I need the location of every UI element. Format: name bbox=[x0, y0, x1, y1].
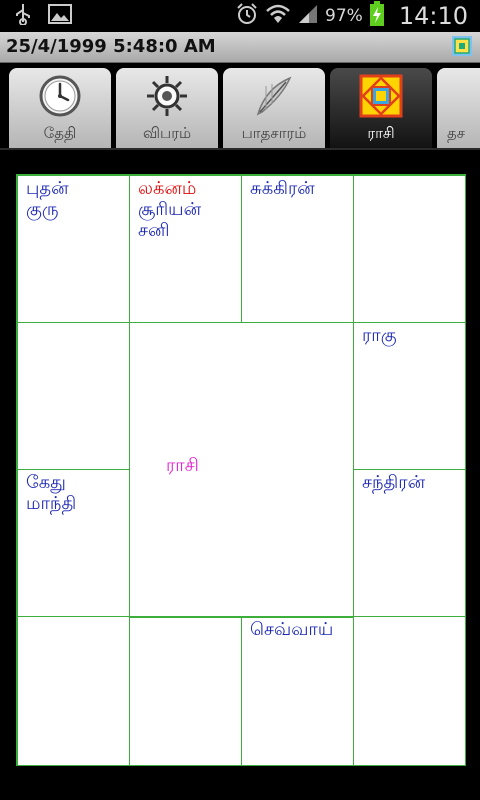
tab-details-label: விபரம் bbox=[142, 124, 192, 142]
sun-icon bbox=[145, 74, 189, 118]
house-cell: சுக்கிரன் bbox=[241, 175, 354, 323]
title-bar: 25/4/1999 5:48:0 AM bbox=[0, 32, 480, 63]
planet-label: குரு bbox=[26, 199, 59, 220]
house-cell bbox=[353, 616, 466, 766]
house-cell: சந்திரன் bbox=[353, 469, 466, 617]
planet-label: ராகு bbox=[362, 325, 397, 346]
house-cell: ராகு bbox=[353, 322, 466, 470]
tab-details[interactable]: விபரம் bbox=[116, 68, 218, 150]
tab-bar: தேதி விபரம் பாதசாரம் ராசி தச bbox=[0, 64, 480, 150]
tab-dasa[interactable]: தச bbox=[437, 68, 480, 150]
status-bar: 97% 14:10 bbox=[0, 0, 480, 32]
house-cell bbox=[17, 322, 130, 470]
quill-icon bbox=[252, 74, 296, 118]
house-cell bbox=[129, 616, 242, 766]
date-time-title: 25/4/1999 5:48:0 AM bbox=[6, 36, 216, 57]
wifi-icon bbox=[265, 3, 291, 30]
signal-icon bbox=[297, 3, 319, 30]
tab-padasaram-label: பாதசாரம் bbox=[241, 124, 307, 142]
planet-label: புதன் bbox=[26, 178, 69, 199]
app-icon[interactable] bbox=[452, 36, 472, 56]
clock-icon bbox=[38, 74, 82, 118]
planet-label: சூரியன் bbox=[138, 199, 202, 220]
planet-label: சனி bbox=[138, 220, 170, 241]
chart-center-label: ராசி bbox=[166, 455, 199, 476]
tab-dasa-label: தச bbox=[447, 124, 466, 142]
usb-icon bbox=[14, 3, 32, 29]
tab-underline bbox=[0, 148, 480, 150]
rasi-chart: புதன் குரு லக்னம் சூரியன் சனி சுக்கிரன் ராக… bbox=[16, 174, 466, 766]
house-cell: லக்னம் சூரியன் சனி bbox=[129, 175, 242, 323]
battery-charging-icon bbox=[369, 0, 385, 32]
image-icon bbox=[48, 4, 72, 28]
planet-label: சுக்கிரன் bbox=[250, 178, 315, 199]
tab-date[interactable]: தேதி bbox=[9, 68, 111, 150]
clock-time: 14:10 bbox=[398, 2, 468, 30]
battery-percent: 97% bbox=[325, 6, 363, 26]
house-cell bbox=[17, 616, 130, 766]
house-cell: கேது மாந்தி bbox=[17, 469, 130, 617]
planet-label: மாந்தி bbox=[26, 493, 77, 514]
planet-label: சந்திரன் bbox=[362, 472, 426, 493]
house-cell bbox=[353, 175, 466, 323]
chart-center: ராசி bbox=[129, 322, 354, 618]
house-cell: புதன் குரு bbox=[17, 175, 130, 323]
house-cell: செவ்வாய் bbox=[241, 616, 354, 766]
tab-rasi[interactable]: ராசி bbox=[330, 68, 432, 150]
tab-date-label: தேதி bbox=[43, 124, 77, 142]
rasi-chart-icon bbox=[359, 74, 403, 118]
alarm-icon bbox=[235, 2, 259, 31]
planet-label: லக்னம் bbox=[138, 178, 197, 199]
tab-rasi-label: ராசி bbox=[367, 124, 395, 142]
planet-label: கேது bbox=[26, 472, 66, 493]
planet-label: செவ்வாய் bbox=[250, 619, 334, 640]
tab-padasaram[interactable]: பாதசாரம் bbox=[223, 68, 325, 150]
